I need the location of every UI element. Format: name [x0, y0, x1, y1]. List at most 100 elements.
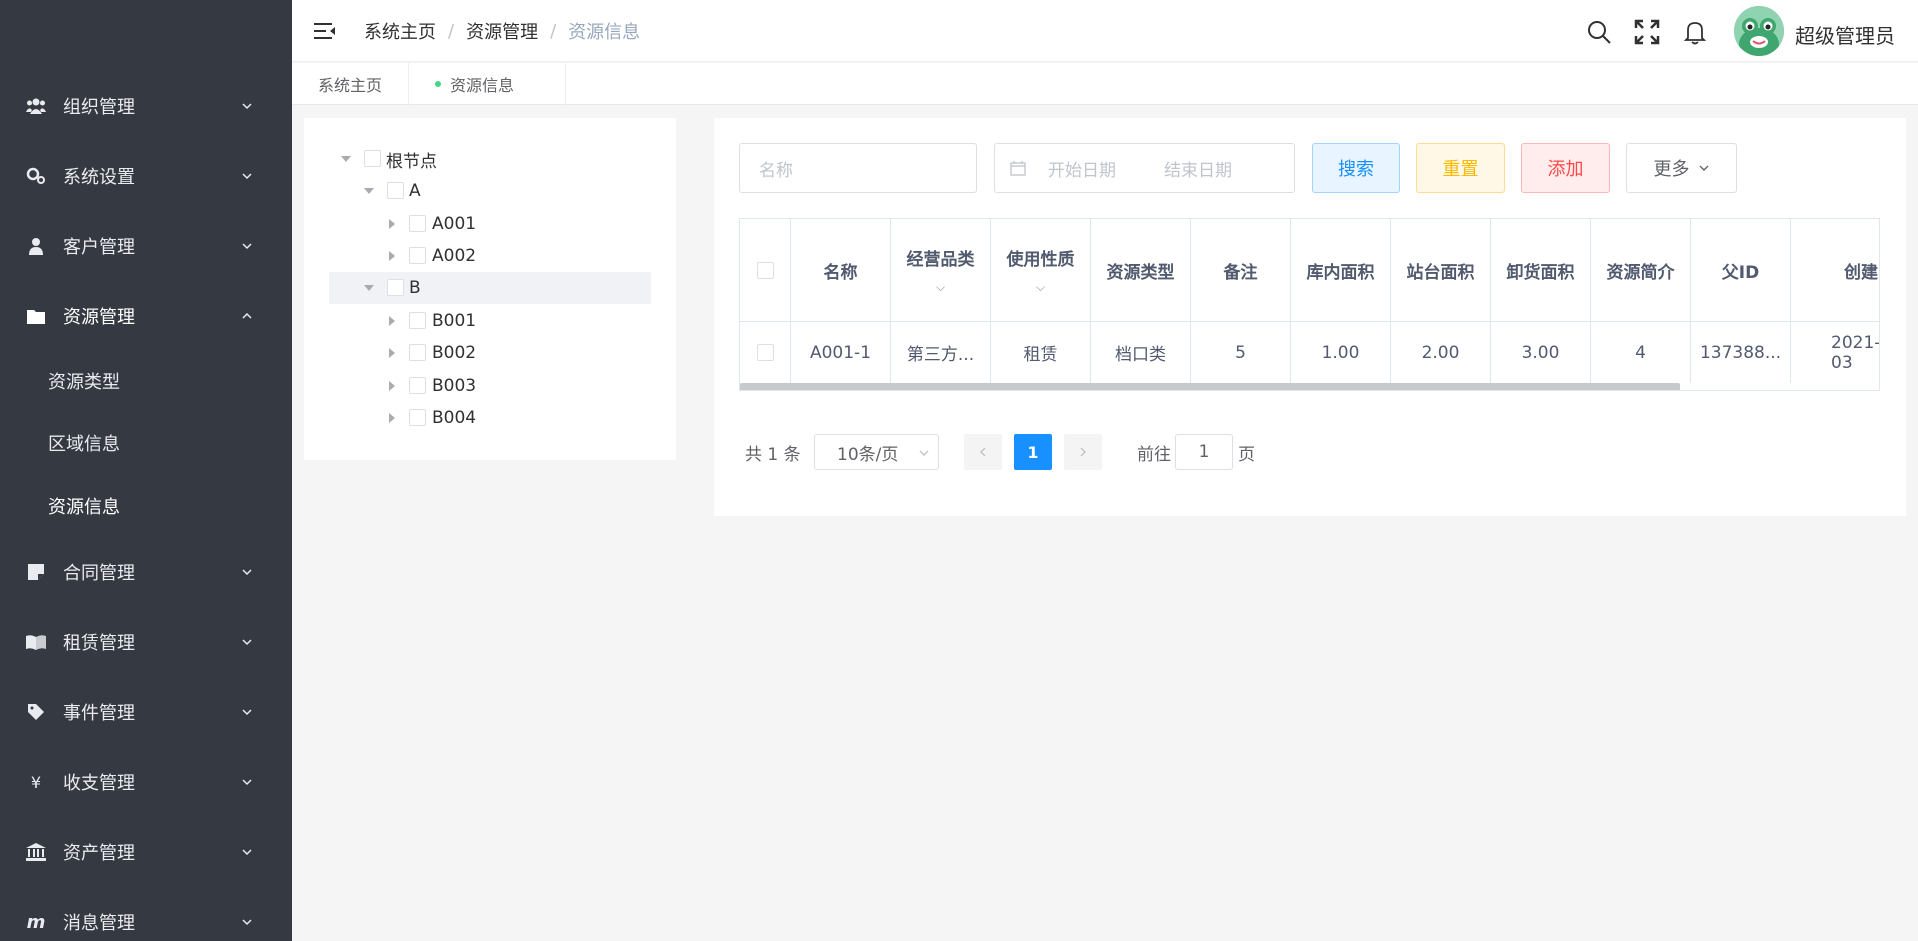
column-header[interactable]: 创建: [1791, 219, 1879, 321]
chevron-down-icon: [242, 569, 252, 576]
page-number-current[interactable]: 1: [1014, 434, 1052, 470]
menu-fold-icon[interactable]: [314, 21, 336, 41]
caret-down-icon[interactable]: [364, 285, 374, 291]
table-cell: 档口类: [1091, 321, 1191, 383]
sticky-note-icon: [26, 562, 46, 582]
username[interactable]: 超级管理员: [1795, 20, 1895, 49]
column-header[interactable]: 站台面积: [1391, 219, 1491, 321]
column-header[interactable]: 父ID: [1691, 219, 1791, 321]
menu-message[interactable]: m 消息管理: [0, 892, 292, 941]
column-header[interactable]: 库内面积: [1291, 219, 1391, 321]
chevron-down-icon[interactable]: ⌵: [936, 280, 945, 295]
select-all-cell: [740, 219, 791, 321]
menu-resource[interactable]: 资源管理: [0, 286, 292, 346]
avatar[interactable]: [1734, 6, 1784, 56]
breadcrumb-resource[interactable]: 资源管理: [466, 18, 538, 44]
bell-icon[interactable]: [1682, 19, 1708, 45]
column-header[interactable]: 资源类型: [1091, 219, 1191, 321]
tag-home[interactable]: 系统主页: [292, 63, 409, 105]
menu-asset[interactable]: 资产管理: [0, 822, 292, 882]
tree-checkbox[interactable]: [387, 182, 404, 199]
menu-contract[interactable]: 合同管理: [0, 542, 292, 602]
tree-node-a[interactable]: A: [329, 175, 659, 207]
menu-event[interactable]: 事件管理: [0, 682, 292, 742]
table-cell: 租赁: [991, 321, 1091, 383]
select-all-checkbox[interactable]: [756, 261, 774, 279]
menu-org[interactable]: 组织管理: [0, 76, 292, 136]
chevron-down-icon[interactable]: ⌵: [1036, 280, 1045, 295]
menu-finance[interactable]: ¥ 收支管理: [0, 752, 292, 812]
add-button[interactable]: 添加: [1521, 143, 1610, 193]
caret-right-icon[interactable]: [389, 219, 395, 229]
goto-page-input[interactable]: 1: [1175, 434, 1233, 470]
column-header-sortable[interactable]: 使用性质 ⌵: [991, 219, 1091, 321]
caret-down-icon[interactable]: [364, 188, 374, 194]
menu-label: 租赁管理: [63, 633, 135, 654]
tree-node-b003[interactable]: B003: [329, 370, 659, 402]
tree-node-b002[interactable]: B002: [329, 337, 659, 369]
more-dropdown-button[interactable]: 更多: [1626, 143, 1737, 193]
tree-checkbox[interactable]: [364, 150, 381, 167]
tree-node-b[interactable]: B: [329, 272, 651, 304]
submenu-resource-type[interactable]: 资源类型: [0, 353, 292, 409]
caret-right-icon[interactable]: [389, 251, 395, 261]
horizontal-scrollbar[interactable]: [740, 383, 1680, 390]
tree-checkbox[interactable]: [409, 377, 426, 394]
tree-node-a001[interactable]: A001: [329, 208, 659, 240]
name-search-input[interactable]: 名称: [739, 143, 977, 193]
tree-node-b004[interactable]: B004: [329, 402, 659, 434]
date-range-picker[interactable]: 开始日期 结束日期: [994, 143, 1295, 193]
end-date-placeholder[interactable]: 结束日期: [1164, 156, 1232, 181]
tree-node-b001[interactable]: B001: [329, 305, 659, 337]
search-button[interactable]: 搜索: [1312, 143, 1400, 193]
column-header-sortable[interactable]: 经营品类 ⌵: [891, 219, 991, 321]
start-date-placeholder[interactable]: 开始日期: [1048, 156, 1116, 181]
next-page-button[interactable]: [1064, 434, 1102, 470]
column-header[interactable]: 资源简介: [1591, 219, 1691, 321]
tag-icon: [26, 702, 46, 722]
chevron-down-icon: [1699, 165, 1708, 171]
tree-checkbox[interactable]: [409, 247, 426, 264]
caret-right-icon[interactable]: [389, 316, 395, 326]
tag-resource-info[interactable]: 资源信息: [409, 63, 566, 105]
prev-page-button[interactable]: [964, 434, 1002, 470]
calendar-icon: [1010, 161, 1026, 176]
column-header-label: 使用性质: [1006, 250, 1075, 270]
column-header[interactable]: 名称: [791, 219, 891, 321]
caret-down-icon[interactable]: [341, 156, 351, 162]
chevron-down-icon: [242, 103, 252, 110]
column-header[interactable]: 备注: [1191, 219, 1291, 321]
breadcrumb-separator: /: [448, 20, 455, 42]
tree-checkbox[interactable]: [387, 279, 404, 296]
row-select-cell: [740, 321, 791, 383]
resource-tree: 根节点 A A001 A002 B B001 B002 B003 B004: [304, 118, 676, 460]
fullscreen-icon[interactable]: [1634, 19, 1660, 45]
menu-settings[interactable]: 系统设置: [0, 146, 292, 206]
caret-right-icon[interactable]: [389, 348, 395, 358]
page-size-select[interactable]: 10条/页: [814, 434, 939, 470]
menu-label: 组织管理: [63, 97, 135, 118]
caret-right-icon[interactable]: [389, 381, 395, 391]
submenu-resource-info[interactable]: 资源信息: [0, 478, 292, 534]
table-cell: 4: [1591, 321, 1691, 383]
menu-lease[interactable]: 租赁管理: [0, 612, 292, 672]
menu-customer[interactable]: 客户管理: [0, 216, 292, 276]
tree-checkbox[interactable]: [409, 215, 426, 232]
breadcrumb-home[interactable]: 系统主页: [364, 18, 436, 44]
tree-checkbox[interactable]: [409, 312, 426, 329]
resource-table: 名称 经营品类 ⌵ 使用性质 ⌵ 资源类型 备注 库内面积 站台面积 卸货面积 …: [739, 218, 1880, 391]
column-header[interactable]: 卸货面积: [1491, 219, 1591, 321]
tree-node-a002[interactable]: A002: [329, 240, 659, 272]
tree-checkbox[interactable]: [409, 344, 426, 361]
tree-checkbox[interactable]: [409, 409, 426, 426]
reset-button[interactable]: 重置: [1416, 143, 1505, 193]
search-icon[interactable]: [1586, 19, 1612, 45]
tree-node-label: B004: [432, 408, 477, 428]
menu-label: 消息管理: [63, 913, 135, 934]
caret-right-icon[interactable]: [389, 413, 395, 423]
submenu-area-info[interactable]: 区域信息: [0, 415, 292, 471]
table-cell: 5: [1191, 321, 1291, 383]
row-checkbox[interactable]: [756, 344, 774, 361]
breadcrumb: 系统主页 / 资源管理 / 资源信息: [364, 18, 640, 44]
tree-node-root[interactable]: 根节点: [329, 143, 659, 175]
